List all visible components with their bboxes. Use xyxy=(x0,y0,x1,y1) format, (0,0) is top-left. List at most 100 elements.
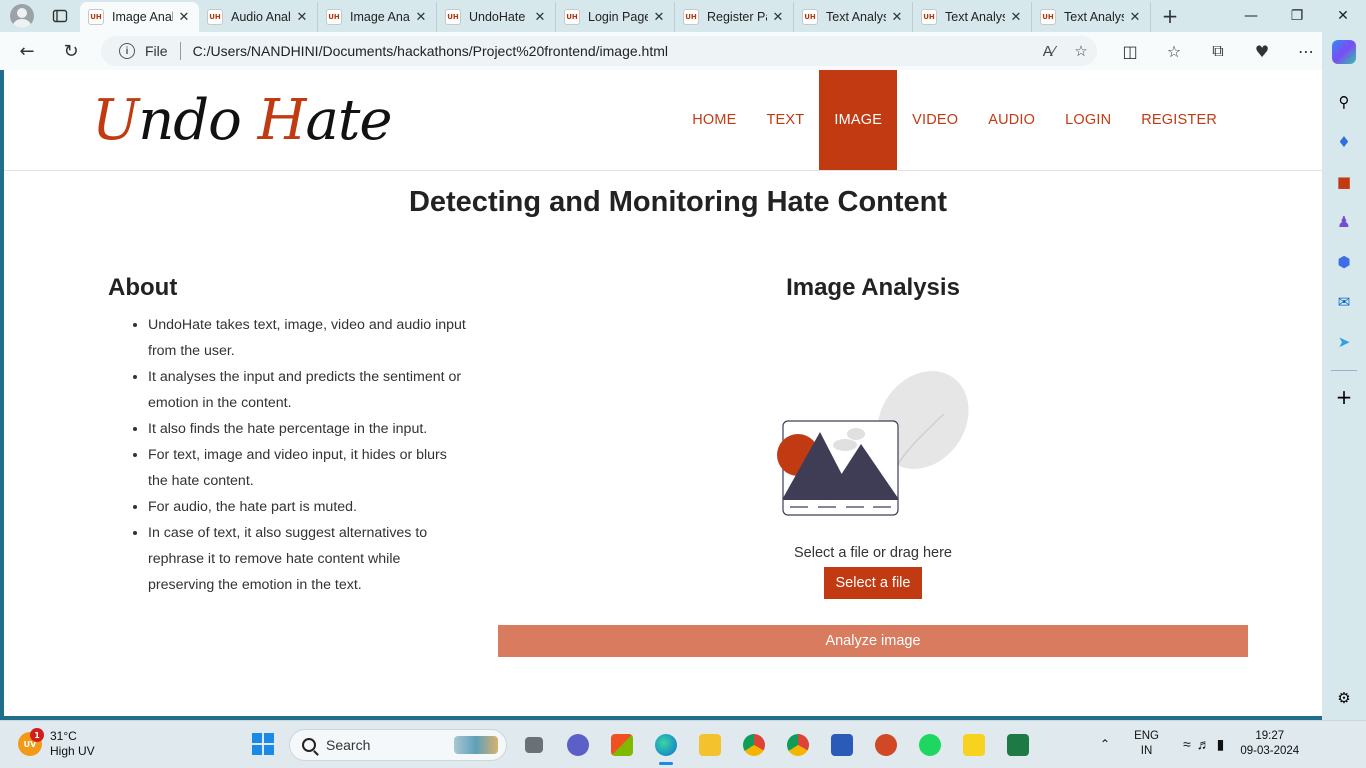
browser-tab[interactable]: UH Text Analysis ✕ xyxy=(794,2,913,32)
nav-link-image[interactable]: IMAGE xyxy=(819,70,898,170)
sticky-notes-icon[interactable] xyxy=(952,727,996,763)
browser-essentials-icon[interactable]: ♥ xyxy=(1240,36,1284,66)
browser-tab[interactable]: UH Text Analysis ✕ xyxy=(913,2,1032,32)
image-upload-illustration xyxy=(777,371,969,516)
chrome-icon[interactable] xyxy=(732,727,776,763)
excel-icon[interactable] xyxy=(996,727,1040,763)
tab-close-icon[interactable]: ✕ xyxy=(652,10,666,25)
tab-title: Text Analysis xyxy=(945,10,1005,24)
system-clock[interactable]: 19:27 09-03-2024 xyxy=(1240,729,1299,759)
about-heading: About xyxy=(108,274,178,301)
logo-letter-h: H xyxy=(257,88,307,153)
toolbar-icons: ◫ ☆ ⧉ ♥ ⋯ xyxy=(1108,36,1328,66)
language-indicator[interactable]: ENG IN xyxy=(1134,729,1159,759)
tab-title: Audio Analysis xyxy=(231,10,291,24)
lang-top: ENG xyxy=(1134,730,1159,742)
browser-tab[interactable]: UH UndoHate ✕ xyxy=(437,2,556,32)
tab-close-icon[interactable]: ✕ xyxy=(295,10,309,25)
read-aloud-icon[interactable]: A⁄ xyxy=(1033,43,1065,60)
page-viewport: Undo Hate HOME TEXT IMAGE VIDEO AUDIO LOGIN RE… xyxy=(4,70,1322,716)
weather-widget[interactable]: UV 1 31°C High UV xyxy=(18,728,95,759)
copilot-icon[interactable] xyxy=(1332,40,1356,64)
about-list-item: It analyses the input and predicts the s… xyxy=(148,364,468,416)
back-button[interactable]: ← xyxy=(9,36,45,66)
nav-link-text[interactable]: TEXT xyxy=(752,70,820,170)
logo-letter-u: U xyxy=(92,88,139,153)
select-file-button[interactable]: Select a file xyxy=(824,567,922,599)
office-icon[interactable]: ⬢ xyxy=(1330,248,1358,276)
image-analysis-heading: Image Analysis xyxy=(786,274,960,301)
add-icon[interactable]: + xyxy=(1330,383,1358,411)
tab-close-icon[interactable]: ✕ xyxy=(1009,10,1023,25)
nav-link-register[interactable]: REGISTER xyxy=(1126,70,1232,170)
clock-date: 09-03-2024 xyxy=(1240,745,1300,757)
nav-link-home[interactable]: HOME xyxy=(677,70,751,170)
address-bar[interactable]: i File C:/Users/NANDHINI/Documents/hacka… xyxy=(101,36,1097,66)
url-text[interactable]: C:/Users/NANDHINI/Documents/hackathons/P… xyxy=(193,43,1033,59)
browser-tab[interactable]: UH Text Analysis ✕ xyxy=(1032,2,1151,32)
meet-icon[interactable] xyxy=(556,727,600,763)
tab-favicon-icon: UH xyxy=(921,9,937,25)
taskbar-search-placeholder: Search xyxy=(326,737,371,753)
drop-zone-text[interactable]: Select a file or drag here xyxy=(498,545,1248,561)
logo-word-ate: ate xyxy=(305,88,392,153)
nav-link-login[interactable]: LOGIN xyxy=(1050,70,1126,170)
restore-button[interactable]: ❐ xyxy=(1274,0,1320,32)
site-logo[interactable]: Undo Hate xyxy=(92,86,393,156)
tab-title: Text Analysis xyxy=(1064,10,1124,24)
tab-close-icon[interactable]: ✕ xyxy=(890,10,904,25)
chrome-profile-icon[interactable] xyxy=(776,727,820,763)
close-window-button[interactable]: ✕ xyxy=(1320,0,1366,32)
outlook-icon[interactable]: ✉ xyxy=(1330,288,1358,316)
split-screen-icon[interactable]: ◫ xyxy=(1108,36,1152,66)
about-section: About UndoHate takes text, image, video … xyxy=(108,274,468,598)
scheme-label: File xyxy=(145,43,168,59)
powerpoint-icon[interactable] xyxy=(864,727,908,763)
windows-taskbar: UV 1 31°C High UV Search ⌃ ENG IN ≈♬▮ 19… xyxy=(0,720,1366,768)
workspaces-icon[interactable] xyxy=(46,2,74,30)
tab-favicon-icon: UH xyxy=(564,9,580,25)
spotify-icon[interactable] xyxy=(908,727,952,763)
profile-avatar[interactable] xyxy=(10,4,34,28)
browser-tab[interactable]: UH Image Analysis ✕ xyxy=(80,2,199,32)
settings-gear-icon[interactable]: ⚙ xyxy=(1330,684,1358,712)
wifi-volume-battery-icons[interactable]: ≈♬▮ xyxy=(1183,736,1230,753)
tab-close-icon[interactable]: ✕ xyxy=(771,10,785,25)
site-header: Undo Hate HOME TEXT IMAGE VIDEO AUDIO LOGIN RE… xyxy=(4,70,1322,171)
tools-icon[interactable]: ■ xyxy=(1330,168,1358,196)
file-explorer-icon[interactable] xyxy=(688,727,732,763)
tab-close-icon[interactable]: ✕ xyxy=(1128,10,1142,25)
show-hidden-icons-chevron-icon[interactable]: ⌃ xyxy=(1100,737,1110,751)
edge-browser-icon[interactable] xyxy=(644,727,688,765)
store-icon[interactable] xyxy=(600,727,644,763)
word-icon[interactable] xyxy=(820,727,864,763)
analyze-image-button[interactable]: Analyze image xyxy=(498,625,1248,657)
collections-icon[interactable]: ⧉ xyxy=(1196,36,1240,66)
browser-tab[interactable]: UH Login Page ✕ xyxy=(556,2,675,32)
games-icon[interactable]: ♟ xyxy=(1330,208,1358,236)
browser-tab[interactable]: UH Register Page ✕ xyxy=(675,2,794,32)
task-view-icon[interactable] xyxy=(512,727,556,763)
drop-icon[interactable]: ➤ xyxy=(1330,328,1358,356)
tab-close-icon[interactable]: ✕ xyxy=(414,10,428,25)
browser-tab[interactable]: UH Audio Analysis ✕ xyxy=(199,2,318,32)
tab-list: UH Image Analysis ✕ UH Audio Analysis ✕ UH Imag… xyxy=(80,0,1151,32)
search-icon xyxy=(302,738,316,752)
about-list-item: UndoHate takes text, image, video and au… xyxy=(148,312,468,364)
shopping-tag-icon[interactable]: ♦ xyxy=(1330,128,1358,156)
minimize-button[interactable]: — xyxy=(1228,0,1274,32)
favorites-icon[interactable]: ☆ xyxy=(1152,36,1196,66)
search-icon[interactable]: ⚲ xyxy=(1330,88,1358,116)
windows-start-icon[interactable] xyxy=(252,733,274,755)
taskbar-search[interactable]: Search xyxy=(289,729,507,761)
nav-link-video[interactable]: VIDEO xyxy=(897,70,973,170)
nav-link-audio[interactable]: AUDIO xyxy=(973,70,1050,170)
new-tab-button[interactable]: + xyxy=(1155,1,1185,31)
tab-close-icon[interactable]: ✕ xyxy=(177,10,191,25)
favorite-star-icon[interactable]: ☆ xyxy=(1065,42,1097,60)
info-icon[interactable]: i xyxy=(119,43,135,59)
main-nav: HOME TEXT IMAGE VIDEO AUDIO LOGIN REGISTER xyxy=(677,70,1232,170)
refresh-button[interactable]: ↻ xyxy=(53,36,89,66)
browser-tab[interactable]: UH Image Analysis ✕ xyxy=(318,2,437,32)
tab-close-icon[interactable]: ✕ xyxy=(533,10,547,25)
